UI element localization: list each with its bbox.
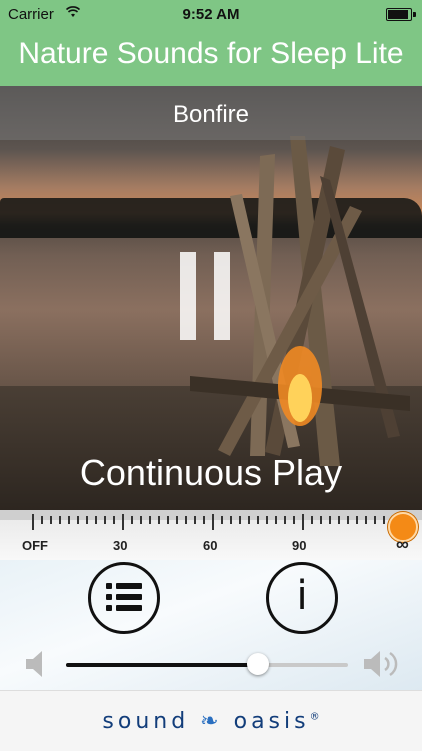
- sound-title-bar: Bonfire: [0, 86, 422, 140]
- timer-tick: [239, 516, 241, 524]
- pause-icon-bar-left: [180, 252, 196, 340]
- timer-tick: [149, 516, 151, 524]
- timer-tick: [212, 514, 214, 530]
- controls-panel: i: [0, 560, 422, 690]
- sound-name: Bonfire: [172, 101, 250, 128]
- timer-tick: [59, 516, 61, 524]
- app-header: Nature Sounds for Sleep Lite: [0, 30, 422, 86]
- timer-tick: [167, 516, 169, 524]
- timer-tick: [194, 516, 196, 524]
- timer-tick: [275, 516, 277, 524]
- battery-icon: [386, 8, 416, 21]
- timer-tick: [77, 516, 79, 524]
- timer-tick: [356, 516, 358, 524]
- timer-tick: [95, 516, 97, 524]
- pause-icon-bar-right: [214, 252, 230, 340]
- timer-tick: [185, 516, 187, 524]
- timer-tick: [122, 514, 124, 530]
- timer-tick: [131, 516, 133, 524]
- volume-slider-thumb[interactable]: [246, 653, 269, 675]
- timer-tick: [374, 516, 376, 524]
- timer-label-30: 30: [113, 538, 128, 553]
- volume-high-icon: [364, 651, 398, 677]
- timer-tick: [32, 514, 34, 530]
- info-button[interactable]: i: [266, 562, 338, 634]
- timer-tick: [68, 516, 70, 524]
- timer-tick: [311, 516, 313, 524]
- volume-low-icon: [26, 651, 42, 677]
- timer-tick: [284, 516, 286, 524]
- clock: 9:52 AM: [182, 6, 240, 23]
- timer-tick: [248, 516, 250, 524]
- sound-list-button[interactable]: [88, 562, 160, 634]
- timer-tick: [230, 516, 232, 524]
- info-icon: i: [296, 573, 308, 619]
- app-title: Nature Sounds for Sleep Lite: [18, 37, 404, 70]
- timer-tick: [347, 516, 349, 524]
- sound-oasis-logo: sound ❧ oasis®: [0, 709, 422, 734]
- timer-tick: [383, 516, 385, 524]
- timer-label-off: OFF: [22, 538, 48, 553]
- bonfire-scene-image: Bonfire Continuous Play: [0, 86, 422, 510]
- timer-tick: [140, 516, 142, 524]
- timer-label-90: 90: [292, 538, 307, 553]
- timer-tick: [266, 516, 268, 524]
- timer-tick: [50, 516, 52, 524]
- status-bar: Carrier 9:52 AM: [0, 0, 422, 30]
- timer-ruler: [0, 510, 422, 520]
- timer-tick: [113, 516, 115, 524]
- timer-tick: [329, 516, 331, 524]
- timer-tick: [338, 516, 340, 524]
- timer-tick: [257, 516, 259, 524]
- volume-slider-track[interactable]: [66, 663, 348, 667]
- leaf-icon: ❧: [200, 709, 223, 734]
- timer-label-infinity: ∞: [396, 534, 409, 554]
- timer-tick: [320, 516, 322, 524]
- timer-tick: [41, 516, 43, 524]
- timer-tick: [176, 516, 178, 524]
- pause-button[interactable]: [180, 252, 236, 340]
- brand-left: sound: [102, 709, 190, 734]
- sleep-timer-slider[interactable]: OFF 30 60 90 ∞: [0, 510, 422, 560]
- timer-tick: [203, 516, 205, 524]
- volume-slider-fill: [66, 663, 258, 667]
- timer-tick: [293, 516, 295, 524]
- timer-tick: [302, 514, 304, 530]
- timer-tick: [158, 516, 160, 524]
- timer-tick: [365, 516, 367, 524]
- play-mode-label[interactable]: Continuous Play: [0, 452, 422, 494]
- timer-label-60: 60: [203, 538, 218, 553]
- brand-right: oasis: [233, 709, 310, 734]
- timer-tick: [104, 516, 106, 524]
- timer-tick: [221, 516, 223, 524]
- timer-tick: [86, 516, 88, 524]
- footer: sound ❧ oasis®: [0, 690, 422, 751]
- registered-mark: ®: [309, 711, 320, 723]
